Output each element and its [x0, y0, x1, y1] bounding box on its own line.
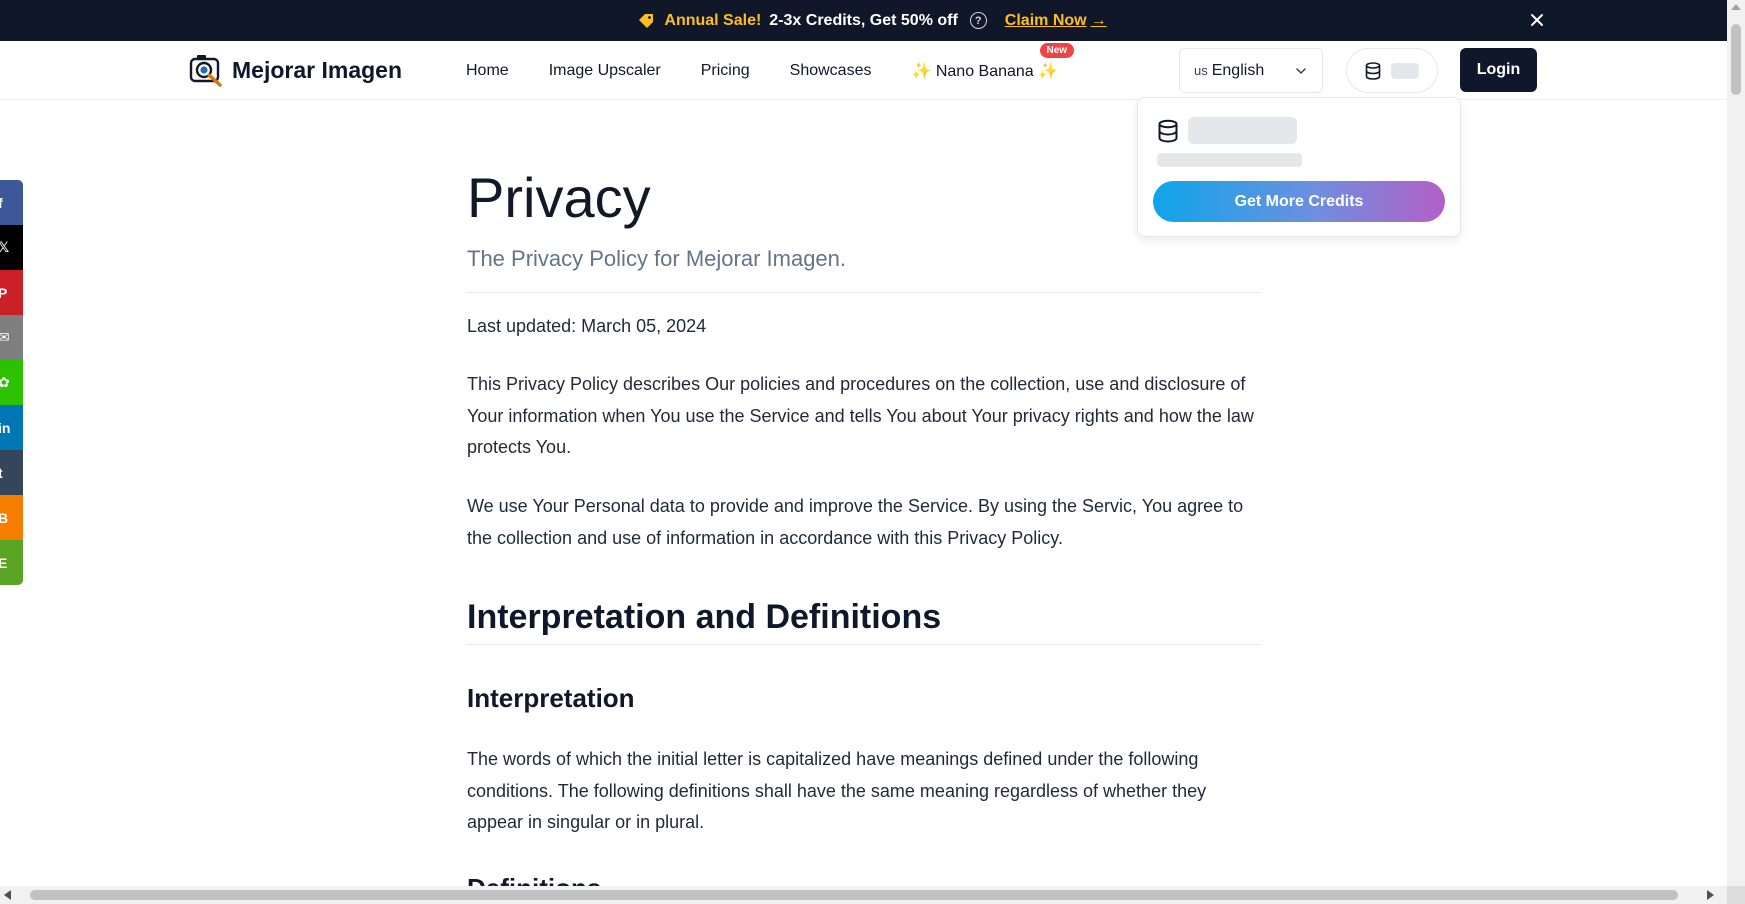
share-glyph: t [0, 464, 3, 481]
brand-name: Mejorar Imagen [232, 56, 402, 83]
scroll-left-icon[interactable] [4, 890, 11, 900]
share-glyph: ✉ [0, 329, 10, 345]
share-glyph: f [0, 194, 3, 211]
arrow-right-icon: → [1090, 11, 1107, 29]
nav-home[interactable]: Home [466, 62, 509, 80]
language-select[interactable]: us English [1179, 48, 1323, 93]
divider [467, 292, 1260, 293]
horizontal-scrollbar[interactable] [0, 886, 1745, 904]
scrollbar-corner [1727, 886, 1745, 904]
get-more-credits-button[interactable]: Get More Credits [1153, 181, 1445, 222]
credits-button[interactable] [1346, 48, 1438, 93]
credits-count-placeholder [1391, 62, 1419, 79]
nav-showcases[interactable]: Showcases [790, 62, 872, 80]
horizontal-scroll-thumb[interactable] [30, 890, 1678, 900]
paragraph: The words of which the initial letter is… [467, 749, 1207, 832]
email-icon[interactable]: ✉ [0, 315, 23, 360]
share-glyph: ✿ [0, 374, 10, 390]
chevron-down-icon [1296, 68, 1306, 75]
evernote-icon[interactable]: E [0, 540, 23, 585]
claim-now-label: Claim Now [1004, 11, 1087, 29]
login-button[interactable]: Login [1460, 48, 1537, 92]
share-glyph: B [0, 509, 9, 526]
help-icon[interactable]: ? [969, 12, 987, 29]
blogger-icon[interactable]: B [0, 495, 23, 540]
share-glyph: E [0, 554, 8, 571]
share-glyph: in [0, 419, 11, 436]
facebook-icon[interactable]: f [0, 180, 23, 225]
nav-image-upscaler[interactable]: Image Upscaler [549, 62, 661, 80]
database-icon [1158, 119, 1178, 143]
x-icon[interactable]: 𝕏 [0, 225, 23, 270]
brand-logo[interactable]: Mejorar Imagen [188, 52, 402, 88]
wechat-icon[interactable]: ✿ [0, 360, 23, 405]
price-tag-icon [639, 13, 654, 28]
claim-now-link[interactable]: Claim Now → [1005, 12, 1107, 30]
tumblr-icon[interactable]: t [0, 450, 23, 495]
credits-dropdown: Get More Credits [1137, 97, 1461, 237]
site-header: Mejorar Imagen Home Image Upscaler Prici… [0, 41, 1727, 100]
us-flag-icon: us [1194, 63, 1208, 78]
share-sidebar: f 𝕏 P ✉ ✿ in t B E [0, 180, 23, 585]
share-glyph: P [0, 284, 8, 301]
language-label: English [1211, 61, 1265, 79]
camera-magnifier-icon [189, 55, 222, 87]
scroll-right-icon[interactable] [1707, 890, 1714, 900]
nav-nano-banana[interactable]: ✨ Nano Banana ✨ New [911, 42, 1075, 81]
subsection-heading: Interpretation [467, 683, 635, 713]
vertical-scrollbar[interactable] [1727, 0, 1745, 886]
new-badge: New [1039, 42, 1075, 58]
page-title: Privacy [467, 166, 651, 229]
main-nav: Home Image Upscaler Pricing Showcases ✨ … [466, 41, 1098, 100]
last-updated: Last updated: March 05, 2024 [467, 316, 707, 336]
credits-detail-placeholder [1157, 153, 1302, 167]
nav-pricing[interactable]: Pricing [701, 62, 750, 80]
share-glyph: 𝕏 [0, 239, 10, 255]
paragraph: We use Your Personal data to provide and… [467, 496, 1244, 548]
close-icon[interactable] [1527, 10, 1547, 30]
paragraph: This Privacy Policy describes Our polici… [467, 374, 1254, 457]
divider [467, 644, 1260, 645]
nav-nano-banana-label: ✨ Nano Banana ✨ [911, 62, 1059, 80]
sale-label: Annual Sale! [664, 11, 762, 29]
announcement-bar: Annual Sale! 2-3x Credits, Get 50% off ?… [0, 0, 1745, 41]
linkedin-icon[interactable]: in [0, 405, 23, 450]
credits-balance-placeholder [1188, 117, 1297, 144]
offer-text: 2-3x Credits, Get 50% off [769, 11, 958, 29]
database-icon [1365, 61, 1381, 80]
scroll-up-icon[interactable] [1731, 4, 1741, 10]
page-subtitle: The Privacy Policy for Mejorar Imagen. [467, 246, 847, 271]
vertical-scroll-thumb[interactable] [1731, 24, 1741, 95]
pinterest-icon[interactable]: P [0, 270, 23, 315]
section-heading: Interpretation and Definitions [467, 598, 942, 636]
